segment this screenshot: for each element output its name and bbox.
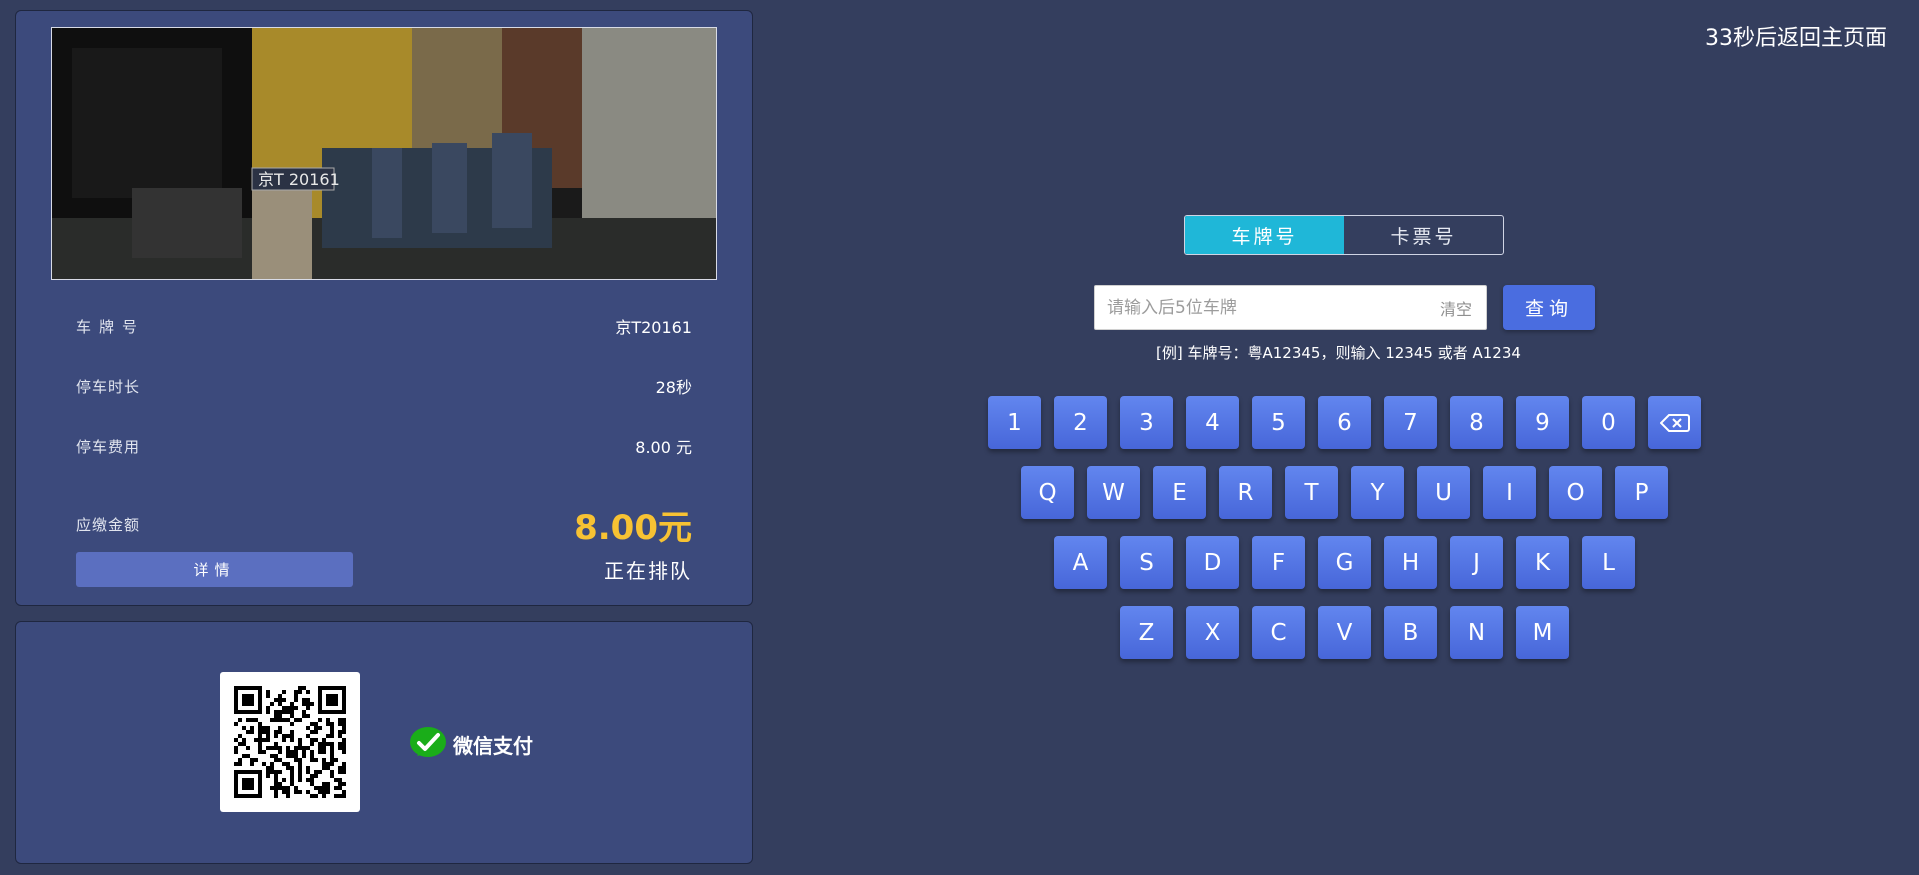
- key-r[interactable]: R: [1219, 466, 1272, 519]
- key-s[interactable]: S: [1120, 536, 1173, 589]
- key-a[interactable]: A: [1054, 536, 1107, 589]
- key-8[interactable]: 8: [1450, 396, 1503, 449]
- amount-due-value: 8.00元: [574, 507, 692, 548]
- key-l[interactable]: L: [1582, 536, 1635, 589]
- queue-status: 正在排队: [604, 559, 692, 583]
- backspace-icon: [1659, 413, 1690, 432]
- key-y[interactable]: Y: [1351, 466, 1404, 519]
- key-t[interactable]: T: [1285, 466, 1338, 519]
- svg-text:京T 20161: 京T 20161: [258, 170, 340, 189]
- key-1[interactable]: 1: [988, 396, 1041, 449]
- key-3[interactable]: 3: [1120, 396, 1173, 449]
- wechat-pay-label: 微信支付: [453, 733, 533, 758]
- key-n[interactable]: N: [1450, 606, 1503, 659]
- search-type-tabs: 车牌号 卡票号: [1184, 215, 1504, 255]
- amount-due-label: 应缴金额: [76, 515, 141, 534]
- plate-row: 车牌号 京T20161: [76, 311, 692, 341]
- wechat-pay-badge: 微信支付: [409, 726, 533, 762]
- key-j[interactable]: J: [1450, 536, 1503, 589]
- amount-due-row: 应缴金额 8.00元: [76, 496, 692, 552]
- key-i[interactable]: I: [1483, 466, 1536, 519]
- camera-snapshot-image: 京T 20161: [52, 28, 716, 279]
- key-m[interactable]: M: [1516, 606, 1569, 659]
- key-4[interactable]: 4: [1186, 396, 1239, 449]
- key-2[interactable]: 2: [1054, 396, 1107, 449]
- detail-button[interactable]: 详情: [76, 552, 353, 587]
- duration-row: 停车时长 28秒: [76, 371, 692, 401]
- key-z[interactable]: Z: [1120, 606, 1173, 659]
- key-g[interactable]: G: [1318, 536, 1371, 589]
- plate-label: 车牌号: [76, 317, 146, 336]
- plate-search-input[interactable]: [1094, 285, 1487, 330]
- key-backspace[interactable]: [1648, 396, 1701, 449]
- key-e[interactable]: E: [1153, 466, 1206, 519]
- key-d[interactable]: D: [1186, 536, 1239, 589]
- qr-code-image: [234, 686, 346, 798]
- key-c[interactable]: C: [1252, 606, 1305, 659]
- tab-plate-number[interactable]: 车牌号: [1185, 216, 1344, 254]
- key-0[interactable]: 0: [1582, 396, 1635, 449]
- key-7[interactable]: 7: [1384, 396, 1437, 449]
- key-v[interactable]: V: [1318, 606, 1371, 659]
- key-b[interactable]: B: [1384, 606, 1437, 659]
- key-9[interactable]: 9: [1516, 396, 1569, 449]
- key-x[interactable]: X: [1186, 606, 1239, 659]
- key-p[interactable]: P: [1615, 466, 1668, 519]
- fee-label: 停车费用: [76, 437, 141, 456]
- duration-label: 停车时长: [76, 377, 141, 396]
- fee-row: 停车费用 8.00 元: [76, 431, 692, 461]
- key-h[interactable]: H: [1384, 536, 1437, 589]
- fee-value: 8.00 元: [635, 438, 692, 457]
- plate-value: 京T20161: [615, 318, 692, 337]
- clear-button[interactable]: 清空: [1440, 296, 1472, 320]
- camera-snapshot: 京T 20161: [51, 27, 717, 280]
- key-f[interactable]: F: [1252, 536, 1305, 589]
- key-u[interactable]: U: [1417, 466, 1470, 519]
- input-hint: [例] 车牌号：粤A12345，则输入 12345 或者 A1234: [1156, 344, 1521, 362]
- key-6[interactable]: 6: [1318, 396, 1371, 449]
- key-k[interactable]: K: [1516, 536, 1569, 589]
- return-countdown: 33秒后返回主页面: [1705, 26, 1887, 51]
- key-w[interactable]: W: [1087, 466, 1140, 519]
- payment-qr-code: [220, 672, 360, 812]
- key-5[interactable]: 5: [1252, 396, 1305, 449]
- duration-value: 28秒: [655, 378, 692, 397]
- parking-info-panel: 京T 20161 车牌号 京T20161 停车时长 28秒 停车费用 8.00 …: [15, 10, 753, 606]
- key-o[interactable]: O: [1549, 466, 1602, 519]
- query-button[interactable]: 查询: [1503, 285, 1595, 330]
- key-q[interactable]: Q: [1021, 466, 1074, 519]
- tab-ticket-number[interactable]: 卡票号: [1344, 216, 1503, 254]
- payment-panel: 微信支付: [15, 621, 753, 864]
- wechat-pay-icon: [410, 727, 446, 757]
